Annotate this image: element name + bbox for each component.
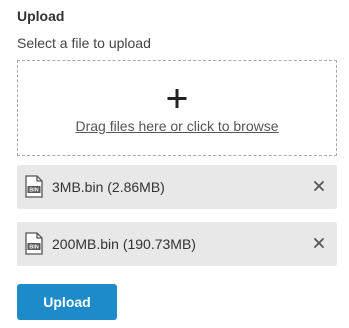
file-name: 200MB.bin (190.73MB) <box>52 236 196 252</box>
file-list-item: BIN 3MB.bin (2.86MB) <box>17 165 337 209</box>
close-icon[interactable] <box>311 178 327 194</box>
plus-icon <box>167 89 187 108</box>
bin-file-icon: BIN <box>25 175 43 198</box>
bin-file-icon: BIN <box>25 232 43 255</box>
bin-file-icon-label: BIN <box>29 245 39 251</box>
file-name: 3MB.bin (2.86MB) <box>52 179 165 195</box>
file-dropzone[interactable]: Drag files here or click to browse <box>17 60 337 156</box>
file-list-item: BIN 200MB.bin (190.73MB) <box>17 222 337 266</box>
upload-button[interactable]: Upload <box>17 284 117 320</box>
file-uploader: Upload Select a file to upload Drag file… <box>0 0 349 328</box>
close-icon[interactable] <box>311 235 327 251</box>
browse-files-link[interactable]: Drag files here or click to browse <box>18 118 336 134</box>
upload-subtitle: Select a file to upload <box>17 35 151 51</box>
upload-title: Upload <box>17 8 65 24</box>
bin-file-icon-label: BIN <box>29 188 39 194</box>
